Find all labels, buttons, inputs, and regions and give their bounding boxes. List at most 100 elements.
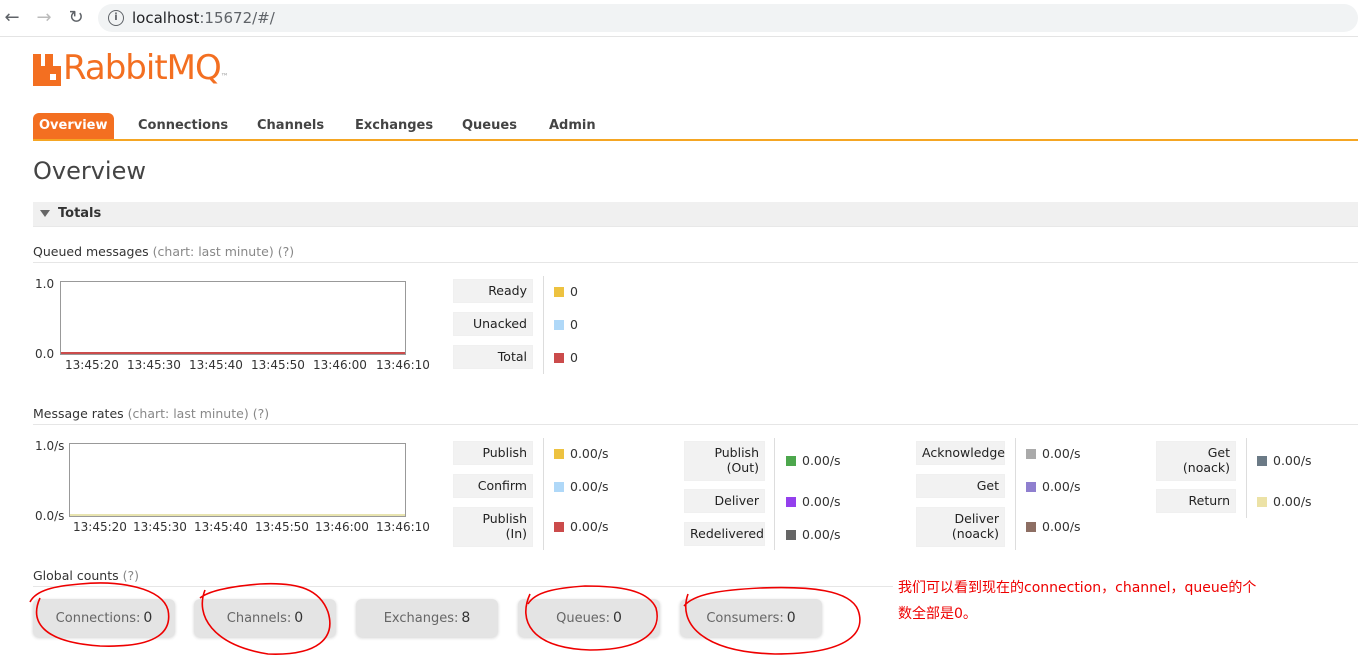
separator xyxy=(543,276,544,374)
ready-label: Ready xyxy=(453,279,533,303)
publish-rate-value: 0.00/s xyxy=(570,446,609,461)
annotation-line-2: 数全部是0。 xyxy=(898,606,977,622)
chart-note: (chart: last minute) xyxy=(152,244,274,259)
rabbit-logo-icon xyxy=(33,54,61,86)
tab-exchanges[interactable]: Exchanges xyxy=(349,113,439,139)
tab-overview[interactable]: Overview xyxy=(33,113,114,139)
publish-out-rate-value: 0.00/s xyxy=(802,453,841,468)
chart-series-line xyxy=(61,352,405,354)
publish-in-rate: 0.00/s xyxy=(554,519,609,534)
deliver-noack-rate: 0.00/s xyxy=(1026,519,1081,534)
acknowledge-rate: 0.00/s xyxy=(1026,446,1081,461)
x-tick: 13:45:40 xyxy=(194,520,248,534)
separator xyxy=(1246,438,1247,518)
publish-label: Publish xyxy=(453,441,533,465)
acknowledge-color-swatch xyxy=(1026,449,1036,459)
deliver-noack-label-line2: (noack) xyxy=(951,526,999,541)
deliver-noack-rate-value: 0.00/s xyxy=(1042,519,1081,534)
get-rate: 0.00/s xyxy=(1026,479,1081,494)
get-rate-value: 0.00/s xyxy=(1042,479,1081,494)
x-tick: 13:46:10 xyxy=(376,358,430,372)
x-tick: 13:46:00 xyxy=(313,358,367,372)
publish-out-rate: 0.00/s xyxy=(786,453,841,468)
queued-messages-title: Queued messages xyxy=(33,244,149,259)
browser-toolbar: ← → ↻ i localhost:15672/#/ xyxy=(0,0,1358,37)
total-value: 0 xyxy=(554,350,578,365)
y-axis-bottom-label: 0.0 xyxy=(35,347,55,361)
annotation-line-1: 我们可以看到现在的connection，channel，queue的个 xyxy=(898,580,1257,596)
arrow-left-icon[interactable]: ← xyxy=(2,8,22,28)
return-rate-value: 0.00/s xyxy=(1273,494,1312,509)
collapse-arrow-icon[interactable] xyxy=(40,210,50,217)
get-noack-label-line2: (noack) xyxy=(1182,460,1230,475)
return-rate: 0.00/s xyxy=(1257,494,1312,509)
tab-connections[interactable]: Connections xyxy=(132,113,234,139)
publish-out-label-line1: Publish xyxy=(714,445,759,460)
publish-rate: 0.00/s xyxy=(554,446,609,461)
publish-out-label-line2: (Out) xyxy=(726,460,759,475)
publish-out-color-swatch xyxy=(786,456,796,466)
get-noack-rate-value: 0.00/s xyxy=(1273,453,1312,468)
x-tick: 13:45:20 xyxy=(65,358,119,372)
return-label: Return xyxy=(1156,489,1236,513)
nav-underline xyxy=(33,139,1358,141)
logo-trademark: ™ xyxy=(220,72,229,81)
x-tick: 13:45:30 xyxy=(133,520,187,534)
message-rates-title: Message rates xyxy=(33,406,124,421)
separator xyxy=(1015,438,1016,550)
ready-value: 0 xyxy=(554,284,578,299)
ready-count: 0 xyxy=(570,284,578,299)
get-noack-label: Get (noack) xyxy=(1156,441,1236,481)
x-tick: 13:45:30 xyxy=(127,358,181,372)
page-title: Overview xyxy=(33,157,146,185)
deliver-noack-color-swatch xyxy=(1026,522,1036,532)
help-link[interactable]: (?) xyxy=(253,406,269,421)
info-icon[interactable]: i xyxy=(108,10,124,26)
publish-in-label-line1: Publish xyxy=(482,511,527,526)
url-text[interactable]: localhost:15672/#/ xyxy=(132,9,275,27)
tab-queues[interactable]: Queues xyxy=(456,113,523,139)
publish-out-label: Publish (Out) xyxy=(684,441,765,481)
queued-messages-heading: Queued messages (chart: last minute) (?) xyxy=(33,244,294,259)
x-tick: 13:45:40 xyxy=(189,358,243,372)
unacked-count: 0 xyxy=(570,317,578,332)
confirm-rate-value: 0.00/s xyxy=(570,479,609,494)
deliver-noack-label: Deliver (noack) xyxy=(916,507,1005,547)
redelivered-label: Redelivered xyxy=(684,522,765,546)
chart-note: (chart: last minute) xyxy=(127,406,249,421)
tab-channels[interactable]: Channels xyxy=(251,113,330,139)
x-tick: 13:45:50 xyxy=(255,520,309,534)
redelivered-color-swatch xyxy=(786,530,796,540)
deliver-label: Deliver xyxy=(684,489,765,513)
get-label: Get xyxy=(916,474,1005,498)
address-bar[interactable]: i localhost:15672/#/ xyxy=(98,4,1358,32)
publish-in-rate-value: 0.00/s xyxy=(570,519,609,534)
confirm-rate: 0.00/s xyxy=(554,479,609,494)
get-noack-label-line1: Get xyxy=(1207,445,1230,460)
x-tick: 13:45:20 xyxy=(73,520,127,534)
x-tick: 13:46:10 xyxy=(376,520,430,534)
publish-color-swatch xyxy=(554,449,564,459)
get-noack-rate: 0.00/s xyxy=(1257,453,1312,468)
reload-icon[interactable]: ↻ xyxy=(66,8,86,28)
totals-section-header[interactable]: Totals xyxy=(33,202,1358,227)
message-rates-heading: Message rates (chart: last minute) (?) xyxy=(33,406,269,421)
red-annotation-circles xyxy=(29,582,861,655)
divider xyxy=(33,424,1358,425)
total-color-swatch xyxy=(554,353,564,363)
publish-in-label-line2: (In) xyxy=(505,526,527,541)
arrow-right-icon[interactable]: → xyxy=(34,8,54,28)
get-noack-color-swatch xyxy=(1257,456,1267,466)
queued-messages-chart xyxy=(60,281,406,355)
help-link[interactable]: (?) xyxy=(278,244,294,259)
unacked-color-swatch xyxy=(554,320,564,330)
y-axis-top-label: 1.0 xyxy=(35,277,55,291)
deliver-color-swatch xyxy=(786,497,796,507)
divider xyxy=(33,262,1358,263)
tab-admin[interactable]: Admin xyxy=(543,113,602,139)
publish-in-color-swatch xyxy=(554,522,564,532)
totals-label: Totals xyxy=(58,206,102,221)
deliver-noack-label-line1: Deliver xyxy=(954,511,1000,526)
y-axis-top-label: 1.0/s xyxy=(35,439,65,453)
confirm-color-swatch xyxy=(554,482,564,492)
